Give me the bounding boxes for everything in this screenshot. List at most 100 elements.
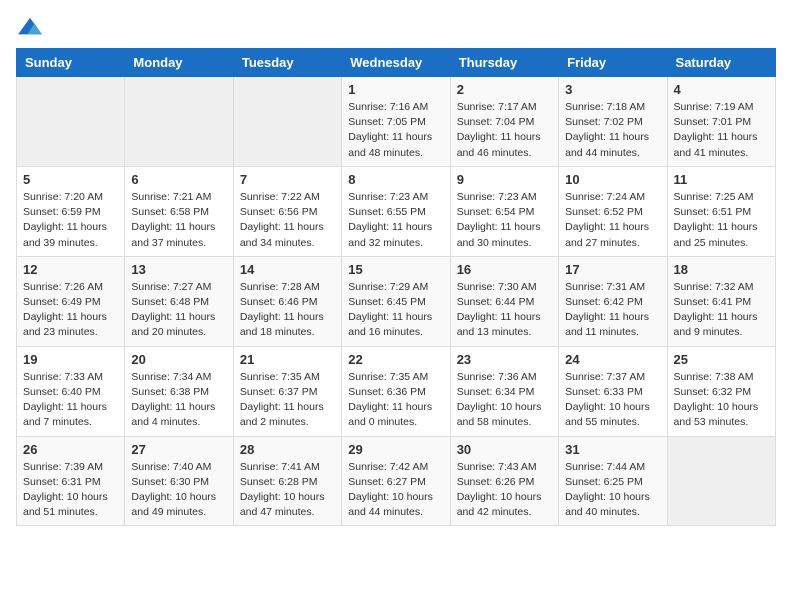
day-info: Sunrise: 7:32 AM Sunset: 6:41 PM Dayligh…	[674, 280, 769, 341]
week-row-5: 26 Sunrise: 7:39 AM Sunset: 6:31 PM Dayli…	[17, 436, 776, 526]
calendar-cell: 10 Sunrise: 7:24 AM Sunset: 6:52 PM Dayli…	[559, 166, 667, 256]
day-info: Sunrise: 7:16 AM Sunset: 7:05 PM Dayligh…	[348, 100, 443, 161]
header-day-saturday: Saturday	[667, 49, 775, 77]
week-row-4: 19 Sunrise: 7:33 AM Sunset: 6:40 PM Dayli…	[17, 346, 776, 436]
day-number: 20	[131, 352, 226, 367]
calendar-cell: 28Sunrise: 7:41 AM Sunset: 6:28 PM Dayli…	[233, 436, 341, 526]
day-number: 13	[131, 262, 226, 277]
week-row-3: 12 Sunrise: 7:26 AM Sunset: 6:49 PM Dayli…	[17, 256, 776, 346]
day-info: Sunrise: 7:18 AM Sunset: 7:02 PM Dayligh…	[565, 100, 660, 161]
calendar-table: SundayMondayTuesdayWednesdayThursdayFrid…	[16, 48, 776, 526]
day-info: Sunrise: 7:33 AM Sunset: 6:40 PM Dayligh…	[23, 370, 118, 431]
calendar-cell: 16Sunrise: 7:30 AM Sunset: 6:44 PM Dayli…	[450, 256, 558, 346]
calendar-cell: 11 Sunrise: 7:25 AM Sunset: 6:51 PM Dayli…	[667, 166, 775, 256]
logo	[16, 16, 48, 38]
calendar-cell: 24 Sunrise: 7:37 AM Sunset: 6:33 PM Dayli…	[559, 346, 667, 436]
calendar-cell: 15 Sunrise: 7:29 AM Sunset: 6:45 PM Dayli…	[342, 256, 450, 346]
logo-icon	[16, 16, 44, 38]
day-number: 25	[674, 352, 769, 367]
day-number: 2	[457, 82, 552, 97]
day-info: Sunrise: 7:21 AM Sunset: 6:58 PM Dayligh…	[131, 190, 226, 251]
header-day-wednesday: Wednesday	[342, 49, 450, 77]
day-info: Sunrise: 7:42 AM Sunset: 6:27 PM Dayligh…	[348, 460, 443, 521]
day-info: Sunrise: 7:37 AM Sunset: 6:33 PM Dayligh…	[565, 370, 660, 431]
week-row-2: 5Sunrise: 7:20 AM Sunset: 6:59 PM Daylig…	[17, 166, 776, 256]
day-number: 7	[240, 172, 335, 187]
day-number: 14	[240, 262, 335, 277]
day-info: Sunrise: 7:17 AM Sunset: 7:04 PM Dayligh…	[457, 100, 552, 161]
day-number: 21	[240, 352, 335, 367]
day-info: Sunrise: 7:38 AM Sunset: 6:32 PM Dayligh…	[674, 370, 769, 431]
day-info: Sunrise: 7:44 AM Sunset: 6:25 PM Dayligh…	[565, 460, 660, 521]
day-info: Sunrise: 7:24 AM Sunset: 6:52 PM Dayligh…	[565, 190, 660, 251]
day-info: Sunrise: 7:29 AM Sunset: 6:45 PM Dayligh…	[348, 280, 443, 341]
day-number: 9	[457, 172, 552, 187]
calendar-cell	[17, 77, 125, 167]
calendar-cell: 13 Sunrise: 7:27 AM Sunset: 6:48 PM Dayli…	[125, 256, 233, 346]
header-day-thursday: Thursday	[450, 49, 558, 77]
day-number: 24	[565, 352, 660, 367]
calendar-cell: 5Sunrise: 7:20 AM Sunset: 6:59 PM Daylig…	[17, 166, 125, 256]
calendar-cell: 3 Sunrise: 7:18 AM Sunset: 7:02 PM Daylig…	[559, 77, 667, 167]
day-number: 17	[565, 262, 660, 277]
day-info: Sunrise: 7:22 AM Sunset: 6:56 PM Dayligh…	[240, 190, 335, 251]
day-info: Sunrise: 7:40 AM Sunset: 6:30 PM Dayligh…	[131, 460, 226, 521]
day-number: 31	[565, 442, 660, 457]
header-day-monday: Monday	[125, 49, 233, 77]
day-info: Sunrise: 7:19 AM Sunset: 7:01 PM Dayligh…	[674, 100, 769, 161]
day-number: 22	[348, 352, 443, 367]
day-number: 4	[674, 82, 769, 97]
day-info: Sunrise: 7:26 AM Sunset: 6:49 PM Dayligh…	[23, 280, 118, 341]
week-row-1: 1 Sunrise: 7:16 AM Sunset: 7:05 PM Daylig…	[17, 77, 776, 167]
calendar-cell: 18 Sunrise: 7:32 AM Sunset: 6:41 PM Dayli…	[667, 256, 775, 346]
calendar-cell: 19 Sunrise: 7:33 AM Sunset: 6:40 PM Dayli…	[17, 346, 125, 436]
calendar-cell: 12 Sunrise: 7:26 AM Sunset: 6:49 PM Dayli…	[17, 256, 125, 346]
calendar-cell: 20Sunrise: 7:34 AM Sunset: 6:38 PM Dayli…	[125, 346, 233, 436]
calendar-cell: 17 Sunrise: 7:31 AM Sunset: 6:42 PM Dayli…	[559, 256, 667, 346]
calendar-cell: 6 Sunrise: 7:21 AM Sunset: 6:58 PM Daylig…	[125, 166, 233, 256]
calendar-cell: 25 Sunrise: 7:38 AM Sunset: 6:32 PM Dayli…	[667, 346, 775, 436]
day-info: Sunrise: 7:27 AM Sunset: 6:48 PM Dayligh…	[131, 280, 226, 341]
calendar-cell: 26 Sunrise: 7:39 AM Sunset: 6:31 PM Dayli…	[17, 436, 125, 526]
day-number: 16	[457, 262, 552, 277]
day-number: 27	[131, 442, 226, 457]
header-day-friday: Friday	[559, 49, 667, 77]
calendar-cell	[233, 77, 341, 167]
calendar-cell: 1 Sunrise: 7:16 AM Sunset: 7:05 PM Daylig…	[342, 77, 450, 167]
day-number: 23	[457, 352, 552, 367]
day-info: Sunrise: 7:31 AM Sunset: 6:42 PM Dayligh…	[565, 280, 660, 341]
header-day-tuesday: Tuesday	[233, 49, 341, 77]
day-info: Sunrise: 7:36 AM Sunset: 6:34 PM Dayligh…	[457, 370, 552, 431]
day-info: Sunrise: 7:23 AM Sunset: 6:54 PM Dayligh…	[457, 190, 552, 251]
calendar-cell	[125, 77, 233, 167]
day-number: 6	[131, 172, 226, 187]
day-number: 30	[457, 442, 552, 457]
calendar-cell: 14Sunrise: 7:28 AM Sunset: 6:46 PM Dayli…	[233, 256, 341, 346]
calendar-cell: 4 Sunrise: 7:19 AM Sunset: 7:01 PM Daylig…	[667, 77, 775, 167]
day-info: Sunrise: 7:25 AM Sunset: 6:51 PM Dayligh…	[674, 190, 769, 251]
day-number: 5	[23, 172, 118, 187]
calendar-cell: 9 Sunrise: 7:23 AM Sunset: 6:54 PM Daylig…	[450, 166, 558, 256]
day-number: 15	[348, 262, 443, 277]
day-number: 29	[348, 442, 443, 457]
calendar-cell: 30 Sunrise: 7:43 AM Sunset: 6:26 PM Dayli…	[450, 436, 558, 526]
calendar-cell	[667, 436, 775, 526]
calendar-cell: 29 Sunrise: 7:42 AM Sunset: 6:27 PM Dayli…	[342, 436, 450, 526]
day-number: 28	[240, 442, 335, 457]
calendar-cell: 27 Sunrise: 7:40 AM Sunset: 6:30 PM Dayli…	[125, 436, 233, 526]
day-number: 18	[674, 262, 769, 277]
day-info: Sunrise: 7:43 AM Sunset: 6:26 PM Dayligh…	[457, 460, 552, 521]
day-number: 10	[565, 172, 660, 187]
calendar-cell: 8Sunrise: 7:23 AM Sunset: 6:55 PM Daylig…	[342, 166, 450, 256]
day-number: 12	[23, 262, 118, 277]
header-row: SundayMondayTuesdayWednesdayThursdayFrid…	[17, 49, 776, 77]
day-info: Sunrise: 7:35 AM Sunset: 6:36 PM Dayligh…	[348, 370, 443, 431]
day-info: Sunrise: 7:39 AM Sunset: 6:31 PM Dayligh…	[23, 460, 118, 521]
day-number: 1	[348, 82, 443, 97]
day-number: 26	[23, 442, 118, 457]
day-number: 3	[565, 82, 660, 97]
calendar-cell: 22 Sunrise: 7:35 AM Sunset: 6:36 PM Dayli…	[342, 346, 450, 436]
calendar-cell: 7 Sunrise: 7:22 AM Sunset: 6:56 PM Daylig…	[233, 166, 341, 256]
day-number: 11	[674, 172, 769, 187]
day-number: 19	[23, 352, 118, 367]
